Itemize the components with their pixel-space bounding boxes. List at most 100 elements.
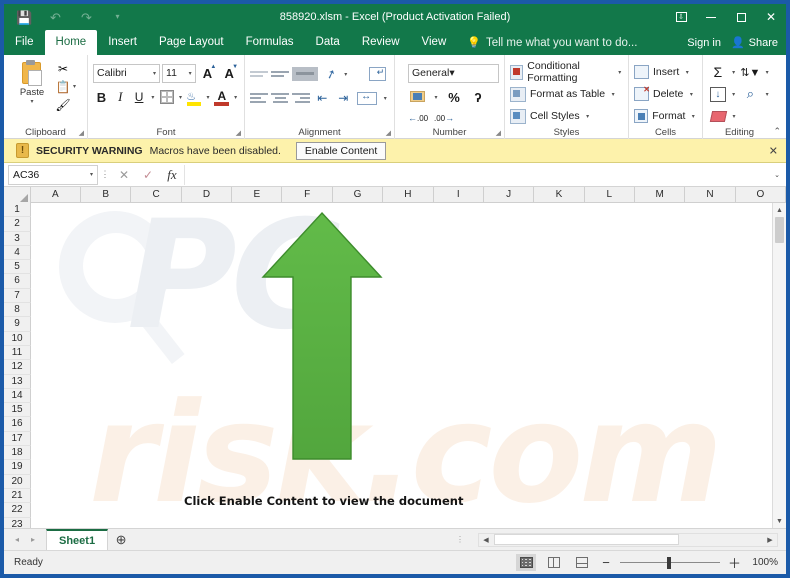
wrap-text-button[interactable] [367, 64, 389, 84]
row-header-6[interactable]: 6 [4, 274, 31, 289]
row-header-16[interactable]: 16 [4, 417, 31, 432]
tab-page-layout[interactable]: Page Layout [148, 30, 235, 55]
page-layout-view-button[interactable] [544, 554, 564, 571]
scroll-left-icon[interactable]: ◀ [479, 536, 493, 544]
cut-button[interactable]: ✂ [55, 60, 76, 77]
tab-formulas[interactable]: Formulas [235, 30, 305, 55]
find-select-caret-icon[interactable]: ▾ [763, 91, 771, 98]
save-icon[interactable]: 💾 [16, 9, 33, 26]
column-header-o[interactable]: O [736, 187, 786, 203]
row-header-21[interactable]: 21 [4, 488, 31, 504]
row-header-18[interactable]: 18 [4, 446, 31, 461]
align-right-button[interactable] [292, 88, 311, 108]
previous-sheet-icon[interactable]: ◂ [10, 535, 24, 544]
sheet-tab-sheet1[interactable]: Sheet1 [46, 529, 109, 550]
add-sheet-icon[interactable]: ⊕ [108, 532, 134, 548]
tab-data[interactable]: Data [305, 30, 351, 55]
scroll-down-icon[interactable]: ▼ [773, 514, 786, 528]
expand-formula-bar-icon[interactable]: ⌄ [774, 171, 780, 179]
tab-review[interactable]: Review [351, 30, 411, 55]
delete-cells-button[interactable]: Delete ▾ [634, 83, 697, 105]
number-format-select[interactable]: General ▾ [408, 63, 499, 83]
tab-view[interactable]: View [411, 30, 458, 55]
column-header-b[interactable]: B [81, 187, 132, 203]
insert-function-icon[interactable]: fx [160, 164, 184, 186]
merge-center-button[interactable] [355, 88, 380, 108]
vertical-scrollbar[interactable]: ▲ ▼ [772, 203, 786, 528]
column-header-f[interactable]: F [282, 187, 333, 203]
cell-area[interactable]: PC risk.com Click Enable Content to view… [31, 203, 772, 528]
collapse-ribbon-icon[interactable]: ⌃ [773, 126, 781, 137]
zoom-slider[interactable] [620, 556, 720, 570]
vertical-scroll-thumb[interactable] [775, 217, 784, 243]
column-header-i[interactable]: I [434, 187, 484, 203]
row-header-22[interactable]: 22 [4, 503, 31, 518]
zoom-out-button[interactable]: − [600, 555, 612, 570]
row-header-8[interactable]: 8 [4, 303, 31, 318]
format-painter-button[interactable]: 🖌 [55, 96, 76, 113]
comma-style-button[interactable]: ʔ [468, 87, 488, 107]
fill-button[interactable]: ↓ [708, 84, 728, 104]
row-header-12[interactable]: 12 [4, 360, 31, 375]
row-header-14[interactable]: 14 [4, 388, 31, 404]
minimize-icon[interactable] [696, 4, 726, 30]
borders-button[interactable] [158, 87, 175, 107]
row-header-5[interactable]: 5 [4, 260, 31, 275]
column-header-e[interactable]: E [232, 187, 283, 203]
share-button[interactable]: 👤 Share [731, 36, 778, 50]
column-header-g[interactable]: G [333, 187, 384, 203]
ribbon-display-options-icon[interactable]: ⇩ [666, 4, 696, 30]
undo-icon[interactable]: ↶ [47, 9, 64, 26]
zoom-slider-thumb[interactable] [667, 556, 671, 569]
tab-insert[interactable]: Insert [97, 30, 148, 55]
fill-caret-icon[interactable]: ▾ [730, 91, 738, 98]
find-select-button[interactable]: ⌕ [740, 84, 762, 104]
sign-in-link[interactable]: Sign in [687, 37, 721, 49]
align-middle-button[interactable] [271, 64, 290, 84]
autosum-button[interactable]: Σ [708, 62, 728, 82]
font-color-caret-icon[interactable]: ▾ [232, 94, 239, 101]
bold-button[interactable]: B [93, 87, 110, 107]
font-size-input[interactable]: 11 ▾ [162, 63, 196, 83]
row-header-11[interactable]: 11 [4, 345, 31, 361]
row-header-15[interactable]: 15 [4, 403, 31, 418]
close-security-warning-icon[interactable]: ✕ [769, 144, 778, 157]
column-header-h[interactable]: H [383, 187, 434, 203]
increase-font-size-button[interactable]: A ▲ [198, 63, 218, 83]
page-break-preview-button[interactable] [572, 554, 592, 571]
customize-qat-icon[interactable]: ▾ [109, 9, 126, 26]
alignment-dialog-launcher-icon[interactable]: ◢ [386, 129, 391, 137]
conditional-formatting-button[interactable]: Conditional Formatting ▾ [510, 60, 623, 84]
number-dialog-launcher-icon[interactable]: ◢ [496, 129, 501, 137]
next-sheet-icon[interactable]: ▸ [26, 535, 40, 544]
decrease-font-size-button[interactable]: A ▼ [219, 63, 239, 83]
tab-file[interactable]: File [4, 30, 45, 55]
zoom-in-button[interactable]: ＋ [728, 553, 741, 572]
font-color-button[interactable]: A [213, 87, 230, 107]
decrease-decimal-button[interactable]: .00→ [434, 113, 454, 123]
font-dialog-launcher-icon[interactable]: ◢ [236, 129, 241, 137]
column-header-m[interactable]: M [635, 187, 686, 203]
clipboard-dialog-launcher-icon[interactable]: ◢ [79, 129, 84, 137]
row-header-20[interactable]: 20 [4, 474, 31, 489]
accounting-caret-icon[interactable]: ▾ [432, 94, 440, 101]
cell-styles-button[interactable]: Cell Styles ▾ [510, 105, 623, 127]
formula-input[interactable] [184, 164, 768, 185]
maximize-icon[interactable] [726, 4, 756, 30]
orientation-button[interactable]: ➚ [321, 64, 340, 84]
align-center-button[interactable] [271, 88, 290, 108]
italic-button[interactable]: I [112, 87, 129, 107]
accounting-format-button[interactable] [408, 87, 428, 107]
column-header-a[interactable]: A [31, 187, 82, 203]
row-header-9[interactable]: 9 [4, 317, 31, 332]
orientation-caret-icon[interactable]: ▾ [342, 71, 349, 78]
row-header-3[interactable]: 3 [4, 231, 31, 246]
row-header-13[interactable]: 13 [4, 374, 31, 389]
horizontal-scroll-thumb[interactable] [494, 534, 679, 545]
row-header-17[interactable]: 17 [4, 431, 31, 447]
autosum-caret-icon[interactable]: ▾ [730, 69, 738, 76]
enter-formula-icon[interactable]: ✓ [136, 164, 160, 186]
fill-color-caret-icon[interactable]: ▾ [205, 94, 212, 101]
column-header-d[interactable]: D [182, 187, 233, 203]
font-name-input[interactable]: Calibri ▾ [93, 63, 161, 83]
